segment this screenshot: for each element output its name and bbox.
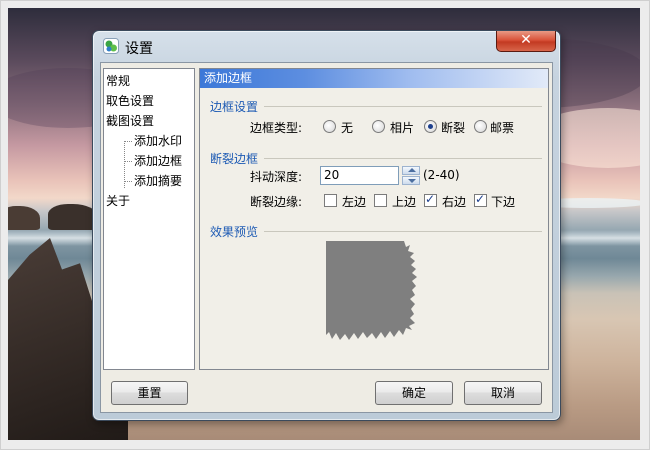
radio-label[interactable]: 邮票 (490, 119, 514, 136)
jitter-depth-input[interactable]: 20 (320, 166, 399, 185)
tree-connector (124, 161, 132, 162)
radio-border-photo[interactable] (372, 120, 385, 133)
group-divider (264, 158, 542, 159)
nav-item-about[interactable]: 关于 (106, 192, 130, 209)
background-rock (8, 206, 40, 230)
nav-item-color-picking[interactable]: 取色设置 (106, 92, 154, 109)
settings-dialog: 设置 ✕ 常规 取色设置 截图设置 添加水印 添加边框 添加摘要 关于 添加边框… (92, 30, 561, 421)
nav-item-screenshot[interactable]: 截图设置 (106, 112, 154, 129)
torn-border-preview (326, 241, 417, 340)
settings-nav-tree: 常规 取色设置 截图设置 添加水印 添加边框 添加摘要 关于 (103, 68, 195, 370)
nav-item-general[interactable]: 常规 (106, 72, 130, 89)
ok-button[interactable]: 确定 (375, 381, 453, 405)
jitter-depth-spinner[interactable] (402, 166, 420, 185)
group-divider (264, 106, 542, 107)
group-title-preview: 效果预览 (210, 225, 259, 239)
tree-connector (124, 181, 132, 182)
group-title-border-settings: 边框设置 (210, 100, 259, 114)
spin-up-icon[interactable] (402, 166, 420, 175)
tree-connector (124, 141, 132, 142)
group-title-torn-border: 断裂边框 (210, 152, 259, 166)
title-bar[interactable]: 设置 ✕ (93, 31, 560, 61)
jitter-depth-label: 抖动深度: (250, 170, 303, 184)
checkbox-label[interactable]: 左边 (342, 193, 366, 210)
jitter-range-hint: (2-40) (423, 168, 460, 182)
checkbox-label[interactable]: 下边 (491, 193, 515, 210)
radio-label[interactable]: 无 (341, 119, 353, 136)
close-icon: ✕ (520, 32, 532, 48)
window-title: 设置 (125, 41, 153, 57)
radio-label[interactable]: 断裂 (441, 119, 465, 136)
spin-down-icon[interactable] (402, 176, 420, 185)
app-icon (103, 38, 119, 54)
checkbox-edge-top[interactable] (374, 194, 387, 207)
group-divider (264, 231, 542, 232)
radio-label[interactable]: 相片 (390, 119, 414, 136)
nav-item-add-watermark[interactable]: 添加水印 (134, 132, 182, 149)
border-type-label: 边框类型: (250, 121, 303, 135)
torn-edges-label: 断裂边缘: (250, 195, 303, 209)
nav-item-add-summary[interactable]: 添加摘要 (134, 172, 182, 189)
panel-header: 添加边框 (200, 69, 548, 88)
cancel-button[interactable]: 取消 (464, 381, 542, 405)
nav-item-add-border[interactable]: 添加边框 (134, 152, 182, 169)
checkbox-edge-left[interactable] (324, 194, 337, 207)
border-settings-panel: 添加边框 边框设置 边框类型: 无 相片 断裂 邮票 断裂边框 抖动深度: 20… (199, 68, 549, 370)
checkbox-edge-bottom[interactable] (474, 192, 487, 207)
checkbox-label[interactable]: 右边 (442, 193, 466, 210)
background-rock (48, 204, 98, 230)
checkbox-edge-right[interactable] (424, 192, 437, 207)
radio-border-none[interactable] (323, 120, 336, 133)
checkbox-label[interactable]: 上边 (392, 193, 416, 210)
radio-border-torn[interactable] (424, 120, 437, 133)
close-button[interactable]: ✕ (496, 31, 556, 52)
radio-border-stamp[interactable] (474, 120, 487, 133)
reset-button[interactable]: 重置 (111, 381, 188, 405)
